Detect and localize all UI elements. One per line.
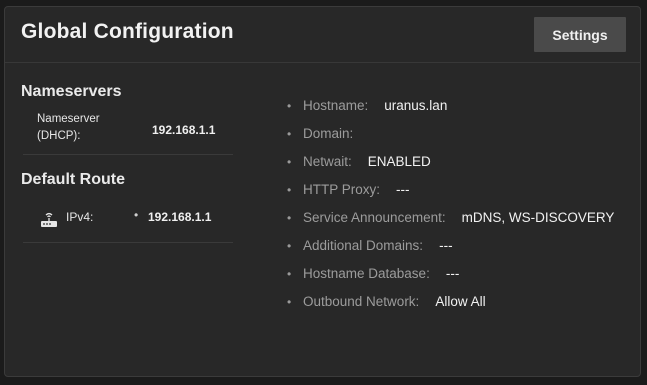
info-item-outbound-network: • Outbound Network: Allow All [287, 292, 614, 320]
ipv4-route-label: IPv4: [66, 210, 94, 224]
global-configuration-card: Global Configuration Settings Nameserver… [4, 6, 641, 377]
info-value: Allow All [435, 294, 486, 309]
global-config-info-list: • Hostname: uranus.lan • Domain: • Netwait: E… [287, 96, 614, 320]
ipv4-route-value: 192.168.1.1 [148, 210, 212, 224]
info-value: --- [396, 182, 410, 197]
list-bullet: • [287, 155, 292, 169]
info-value: mDNS, WS-DISCOVERY [461, 210, 615, 225]
info-item-domain: • Domain: [287, 124, 614, 152]
info-key: Service Announcement: [303, 210, 446, 225]
nameservers-divider [23, 154, 233, 155]
info-value: ENABLED [367, 154, 431, 169]
card-header: Global Configuration Settings [5, 7, 640, 63]
default-route-title: Default Route [21, 171, 125, 188]
info-value: uranus.lan [384, 98, 448, 113]
nameserver-dhcp-label: Nameserver (DHCP): [37, 113, 100, 142]
info-value: --- [439, 238, 453, 253]
info-item-additional-domains: • Additional Domains: --- [287, 236, 614, 264]
info-key: Additional Domains: [303, 238, 424, 253]
info-key: Hostname: [303, 98, 369, 113]
info-key: Netwait: [303, 154, 352, 169]
info-item-service-announcement: • Service Announcement: mDNS, WS-DISCOVERY [287, 208, 614, 236]
nameservers-title: Nameservers [21, 83, 122, 100]
nameserver-dhcp-value: 192.168.1.1 [152, 123, 216, 137]
card-title: Global Configuration [21, 20, 234, 43]
list-bullet: • [287, 211, 292, 225]
list-bullet: • [287, 295, 292, 309]
router-icon [39, 210, 59, 230]
info-key: Outbound Network: [303, 294, 420, 309]
info-item-netwait: • Netwait: ENABLED [287, 152, 614, 180]
ipv4-route-bullet: • [134, 208, 139, 222]
info-key: HTTP Proxy: [303, 182, 381, 197]
default-route-divider [23, 242, 233, 243]
list-bullet: • [287, 183, 292, 197]
info-value: --- [445, 266, 460, 281]
list-bullet: • [287, 267, 292, 281]
list-bullet: • [287, 239, 292, 253]
settings-button[interactable]: Settings [534, 17, 626, 52]
info-key: Hostname Database: [303, 266, 430, 281]
info-item-hostname: • Hostname: uranus.lan [287, 96, 614, 124]
info-key: Domain: [303, 126, 354, 141]
list-bullet: • [287, 127, 292, 141]
info-item-http-proxy: • HTTP Proxy: --- [287, 180, 614, 208]
list-bullet: • [287, 99, 292, 113]
info-item-hostname-database: • Hostname Database: --- [287, 264, 614, 292]
